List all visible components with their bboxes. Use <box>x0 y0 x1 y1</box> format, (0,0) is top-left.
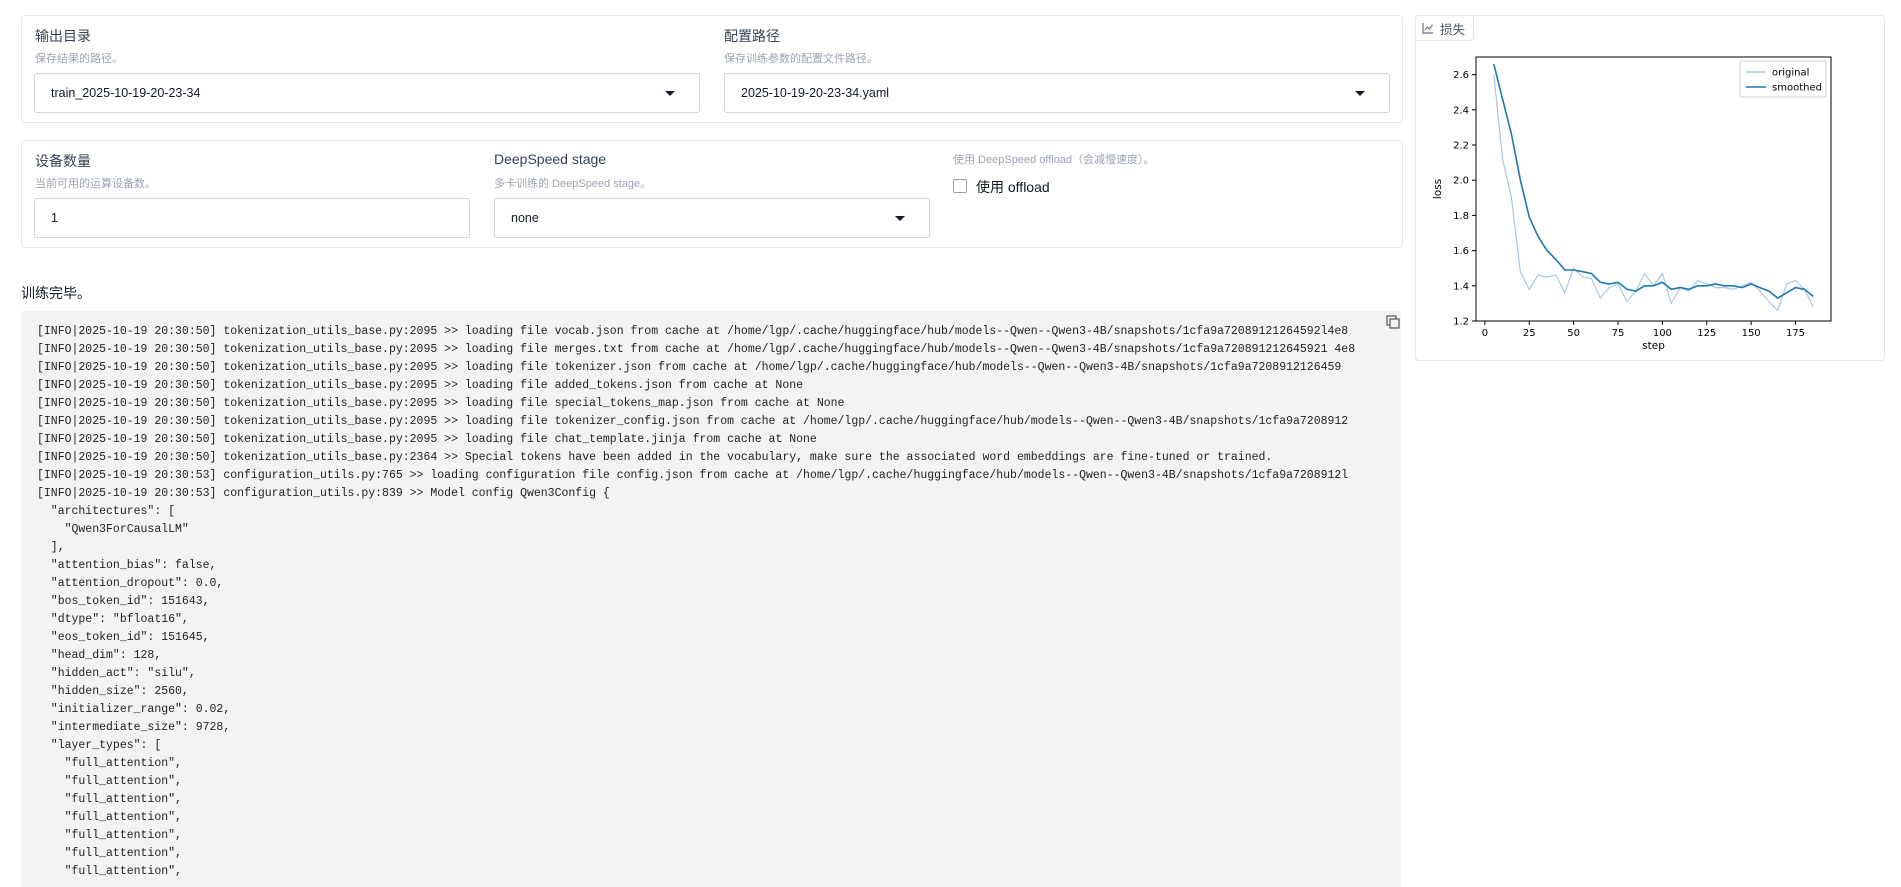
log-line: "full_attention", <box>37 757 182 770</box>
copy-icon[interactable] <box>1385 314 1401 330</box>
ds-offload-info: 使用 DeepSpeed offload（会减慢速度）。 <box>953 154 1155 166</box>
ds-offload-checkbox[interactable] <box>953 179 967 193</box>
log-line: [INFO|2025-10-19 20:30:50] tokenization_… <box>37 397 845 410</box>
output-dir-value: train_2025-10-19-20-23-34 <box>51 86 201 100</box>
log-line: [INFO|2025-10-19 20:30:50] tokenization_… <box>37 415 1349 428</box>
log-line: [INFO|2025-10-19 20:30:50] tokenization_… <box>37 379 804 392</box>
log-line: "hidden_act": "silu", <box>37 667 196 680</box>
log-line: "full_attention", <box>37 775 182 788</box>
config-path-dropdown[interactable]: 2025-10-19-20-23-34.yaml <box>724 73 1390 113</box>
y-axis-label: loss <box>1432 179 1444 199</box>
log-line: [INFO|2025-10-19 20:30:50] tokenization_… <box>37 361 1342 374</box>
y-tick-label: 2.6 <box>1453 70 1469 81</box>
ds-stage-info: 多卡训练的 DeepSpeed stage。 <box>494 178 652 190</box>
log-line: [INFO|2025-10-19 20:30:53] configuration… <box>37 487 610 500</box>
output-dir-label: 输出目录 <box>35 28 91 44</box>
ds-offload-label[interactable]: 使用 offload <box>976 177 1050 197</box>
output-dir-dropdown[interactable]: train_2025-10-19-20-23-34 <box>34 73 700 113</box>
log-line: "full_attention", <box>37 793 182 806</box>
device-count-label: 设备数量 <box>35 153 91 169</box>
log-line: "intermediate_size": 9728, <box>37 721 231 734</box>
status-text: 训练完毕。 <box>21 285 91 301</box>
log-line: [INFO|2025-10-19 20:30:50] tokenization_… <box>37 325 1349 338</box>
output-dir-info: 保存结果的路径。 <box>35 53 123 65</box>
log-line: "full_attention", <box>37 847 182 860</box>
log-line: "dtype": "bfloat16", <box>37 613 189 626</box>
loss-chart: 0 25 50 75 100 125 150 175 1.2 1.4 1.6 1.8 2.0 2.2 2.4… <box>1432 56 1832 352</box>
log-line: ], <box>37 541 65 554</box>
series-line-smoothed <box>1493 63 1814 300</box>
y-tick-label: 1.4 <box>1453 281 1469 292</box>
config-path-info: 保存训练参数的配置文件路径。 <box>724 53 878 65</box>
log-line: "layer_types": [ <box>37 739 162 752</box>
log-line: "attention_dropout": 0.0, <box>37 577 224 590</box>
x-tick-label: 0 <box>1482 328 1488 339</box>
log-line: [INFO|2025-10-19 20:30:50] tokenization_… <box>37 451 1273 464</box>
device-count-value: 1 <box>51 211 58 225</box>
output-config-panel: 输出目录 保存结果的路径。 train_2025-10-19-20-23-34 … <box>21 15 1403 123</box>
config-path-value: 2025-10-19-20-23-34.yaml <box>741 86 890 100</box>
x-tick-label: 125 <box>1697 328 1716 339</box>
y-tick-label: 2.2 <box>1453 141 1469 152</box>
y-tick-label: 1.8 <box>1453 211 1469 222</box>
log-line: "attention_bias": false, <box>37 559 217 572</box>
device-count-info: 当前可用的运算设备数。 <box>35 178 156 190</box>
legend-label: smoothed <box>1772 83 1822 94</box>
chevron-down-icon <box>1355 91 1365 96</box>
log-line: "head_dim": 128, <box>37 649 162 662</box>
x-axis-label: step <box>1642 340 1665 352</box>
x-tick-label: 75 <box>1612 328 1625 339</box>
device-count-input[interactable]: 1 <box>34 198 470 238</box>
y-tick-label: 2.4 <box>1453 105 1469 116</box>
x-tick-label: 150 <box>1742 328 1761 339</box>
log-line: "hidden_size": 2560, <box>37 685 189 698</box>
device-panel: 设备数量 当前可用的运算设备数。 1 DeepSpeed stage 多卡训练的… <box>21 140 1403 248</box>
x-tick-label: 25 <box>1523 328 1536 339</box>
log-line: "full_attention", <box>37 865 182 878</box>
loss-plot-panel: 损失 0 25 50 75 100 125 150 175 1.2 1.4 1.6 1.8 2.0 2.2… <box>1415 15 1885 361</box>
log-line: "bos_token_id": 151643, <box>37 595 210 608</box>
log-line: "architectures": [ <box>37 505 176 518</box>
x-tick-label: 175 <box>1786 328 1805 339</box>
log-line: "eos_token_id": 151645, <box>37 631 210 644</box>
log-output[interactable]: [INFO|2025-10-19 20:30:50] tokenization_… <box>21 311 1401 887</box>
log-line: [INFO|2025-10-19 20:30:50] tokenization_… <box>37 343 1356 356</box>
legend-label: original <box>1772 68 1809 79</box>
log-line: "full_attention", <box>37 829 182 842</box>
x-tick-label: 100 <box>1653 328 1672 339</box>
config-path-label: 配置路径 <box>724 28 780 44</box>
chevron-down-icon <box>895 216 905 221</box>
log-line: "Qwen3ForCausalLM" <box>37 523 189 536</box>
log-line: [INFO|2025-10-19 20:30:50] tokenization_… <box>37 433 817 446</box>
x-tick-label: 50 <box>1567 328 1580 339</box>
log-line: [INFO|2025-10-19 20:30:53] configuration… <box>37 469 1349 482</box>
y-tick-label: 2.0 <box>1453 176 1469 187</box>
chevron-down-icon <box>665 91 675 96</box>
log-lines: [INFO|2025-10-19 20:30:50] tokenization_… <box>37 323 1355 881</box>
y-tick-label: 1.2 <box>1453 317 1469 328</box>
log-line: "initializer_range": 0.02, <box>37 703 231 716</box>
log-line: "full_attention", <box>37 811 182 824</box>
y-tick-label: 1.6 <box>1453 246 1469 257</box>
ds-stage-value: none <box>511 211 539 225</box>
ds-stage-dropdown[interactable]: none <box>494 198 930 238</box>
ds-stage-label: DeepSpeed stage <box>494 151 607 167</box>
series-line-original <box>1493 74 1814 312</box>
